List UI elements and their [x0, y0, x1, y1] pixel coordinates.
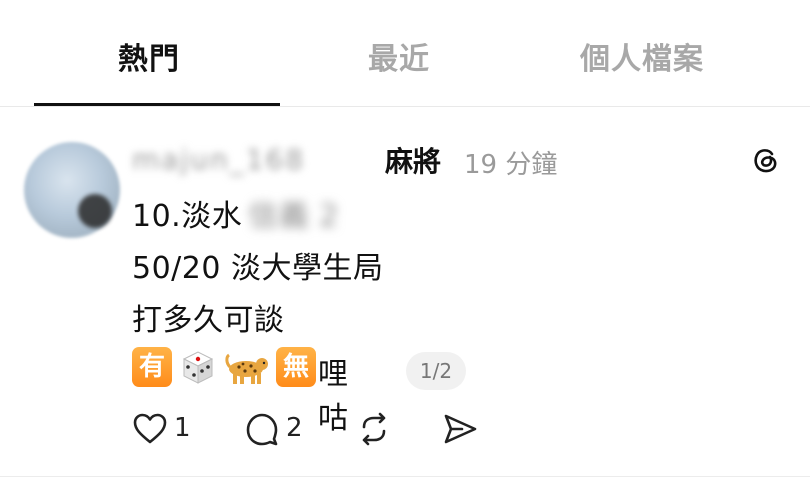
emoji-you-badge: 有: [132, 347, 172, 387]
avatar-badge: [78, 194, 112, 228]
tab-profile[interactable]: 個人檔案: [580, 34, 704, 78]
send-icon: [444, 414, 477, 444]
tab-hot[interactable]: 熱門: [118, 34, 180, 78]
post-line-2: 50/20 淡大學生局: [132, 251, 384, 286]
heart-icon: [133, 413, 167, 444]
active-tab-indicator: [34, 103, 280, 106]
threads-icon[interactable]: [748, 143, 782, 177]
post-timestamp: 19 分鐘: [464, 150, 558, 180]
page-indicator: 1/2: [406, 352, 466, 390]
emoji-wu-badge: 無: [276, 347, 316, 387]
post-topic[interactable]: 麻將: [385, 140, 441, 180]
post-line-1-text: 10.淡水: [132, 199, 243, 234]
dice-icon: [182, 351, 214, 384]
emoji-tail-text: 哩咕: [318, 357, 348, 436]
post-line-3: 打多久可談: [132, 303, 285, 338]
post-line-1: 10.淡水 信義 2: [132, 191, 339, 235]
feed-tabs: 熱門 最近 個人檔案: [0, 0, 810, 107]
leopard-icon: [225, 353, 268, 384]
repost-icon: [362, 412, 386, 446]
tab-recent[interactable]: 最近: [368, 34, 430, 78]
divider: [0, 476, 810, 477]
post-username[interactable]: majun_168: [132, 143, 305, 176]
post-card[interactable]: majun_168 麻將 19 分鐘 10.淡水 信義 2 50/20 淡大學生局…: [0, 107, 810, 477]
like-count: 1: [174, 413, 191, 443]
reply-count: 2: [286, 413, 303, 443]
redacted-text: 信義 2: [248, 199, 339, 234]
comment-icon: [246, 413, 278, 446]
